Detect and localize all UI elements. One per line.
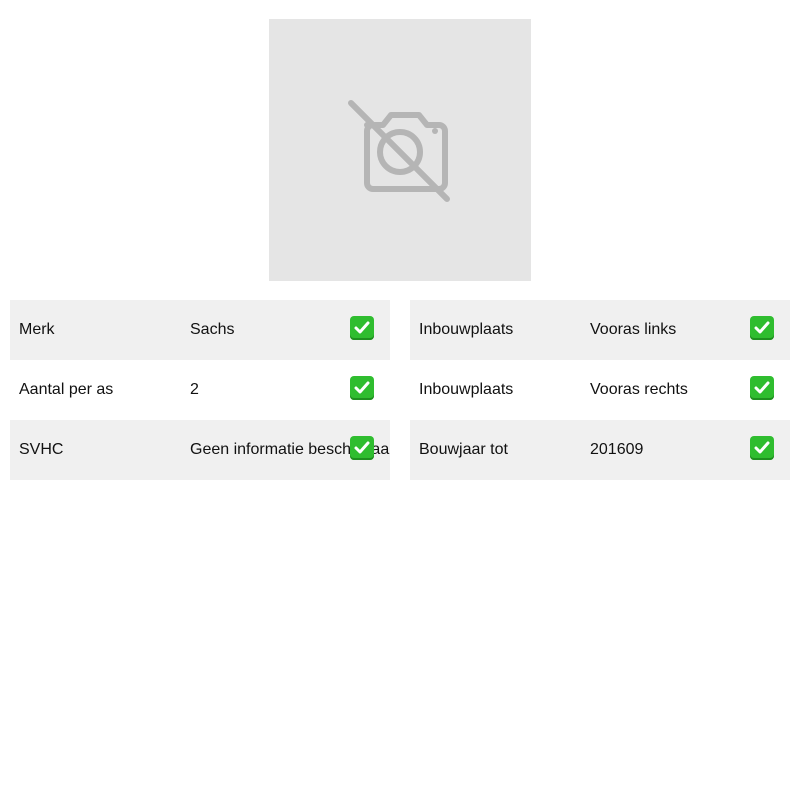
table-row: Aantal per as 2 bbox=[10, 360, 390, 420]
table-row: Bouwjaar tot 201609 bbox=[410, 420, 790, 480]
spec-label: Inbouwplaats bbox=[419, 381, 514, 398]
spec-label: Bouwjaar tot bbox=[419, 441, 508, 458]
no-camera-icon bbox=[348, 100, 450, 202]
spec-table-right: Inbouwplaats Vooras links Inbouwplaats V… bbox=[410, 300, 790, 480]
spec-value: 201609 bbox=[590, 441, 644, 458]
spec-label: Merk bbox=[19, 321, 55, 338]
spec-value: Sachs bbox=[190, 321, 235, 338]
table-row: Inbouwplaats Vooras rechts bbox=[410, 360, 790, 420]
spec-table-left: Merk Sachs Aantal per as 2 SVHC Geen inf… bbox=[10, 300, 390, 480]
spec-value: Vooras rechts bbox=[590, 381, 688, 398]
spec-label: Inbouwplaats bbox=[419, 321, 514, 338]
table-row: SVHC Geen informatie beschikbaar bbox=[10, 420, 390, 480]
table-row: Inbouwplaats Vooras links bbox=[410, 300, 790, 360]
spec-value: Vooras links bbox=[590, 321, 677, 338]
checkmark-icon bbox=[750, 436, 774, 460]
checkmark-icon bbox=[350, 376, 374, 400]
spec-value: 2 bbox=[190, 381, 199, 398]
product-image-placeholder bbox=[269, 19, 531, 281]
checkmark-icon bbox=[350, 316, 374, 340]
checkmark-icon bbox=[350, 436, 374, 460]
spec-label: SVHC bbox=[19, 441, 64, 458]
spec-label: Aantal per as bbox=[19, 381, 114, 398]
checkmark-icon bbox=[750, 376, 774, 400]
checkmark-icon bbox=[750, 316, 774, 340]
table-row: Merk Sachs bbox=[10, 300, 390, 360]
